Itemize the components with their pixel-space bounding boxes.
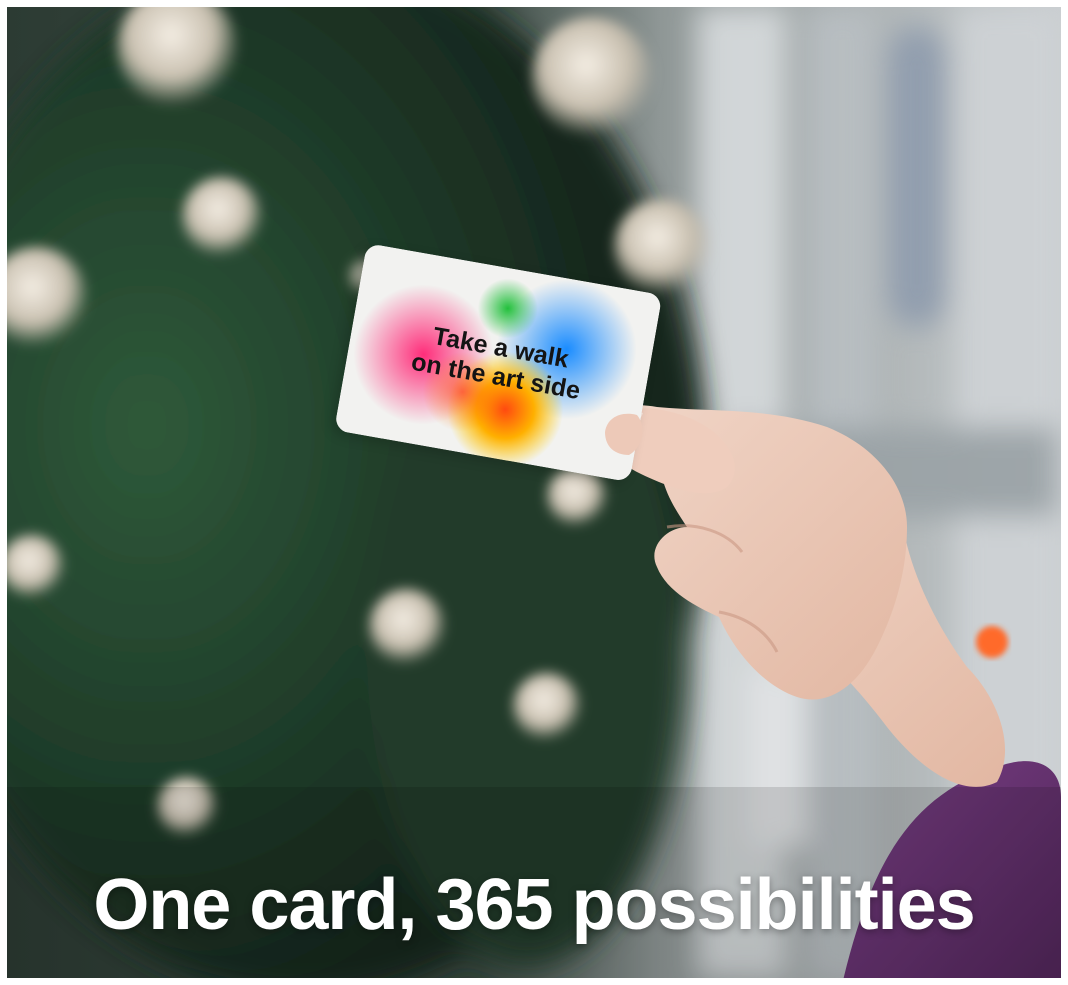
hero-image: Take a walk on the art side One card, 36… [7, 7, 1061, 978]
headline: One card, 365 possibilities [93, 865, 975, 945]
photo-scene: Take a walk on the art side [7, 7, 1061, 978]
